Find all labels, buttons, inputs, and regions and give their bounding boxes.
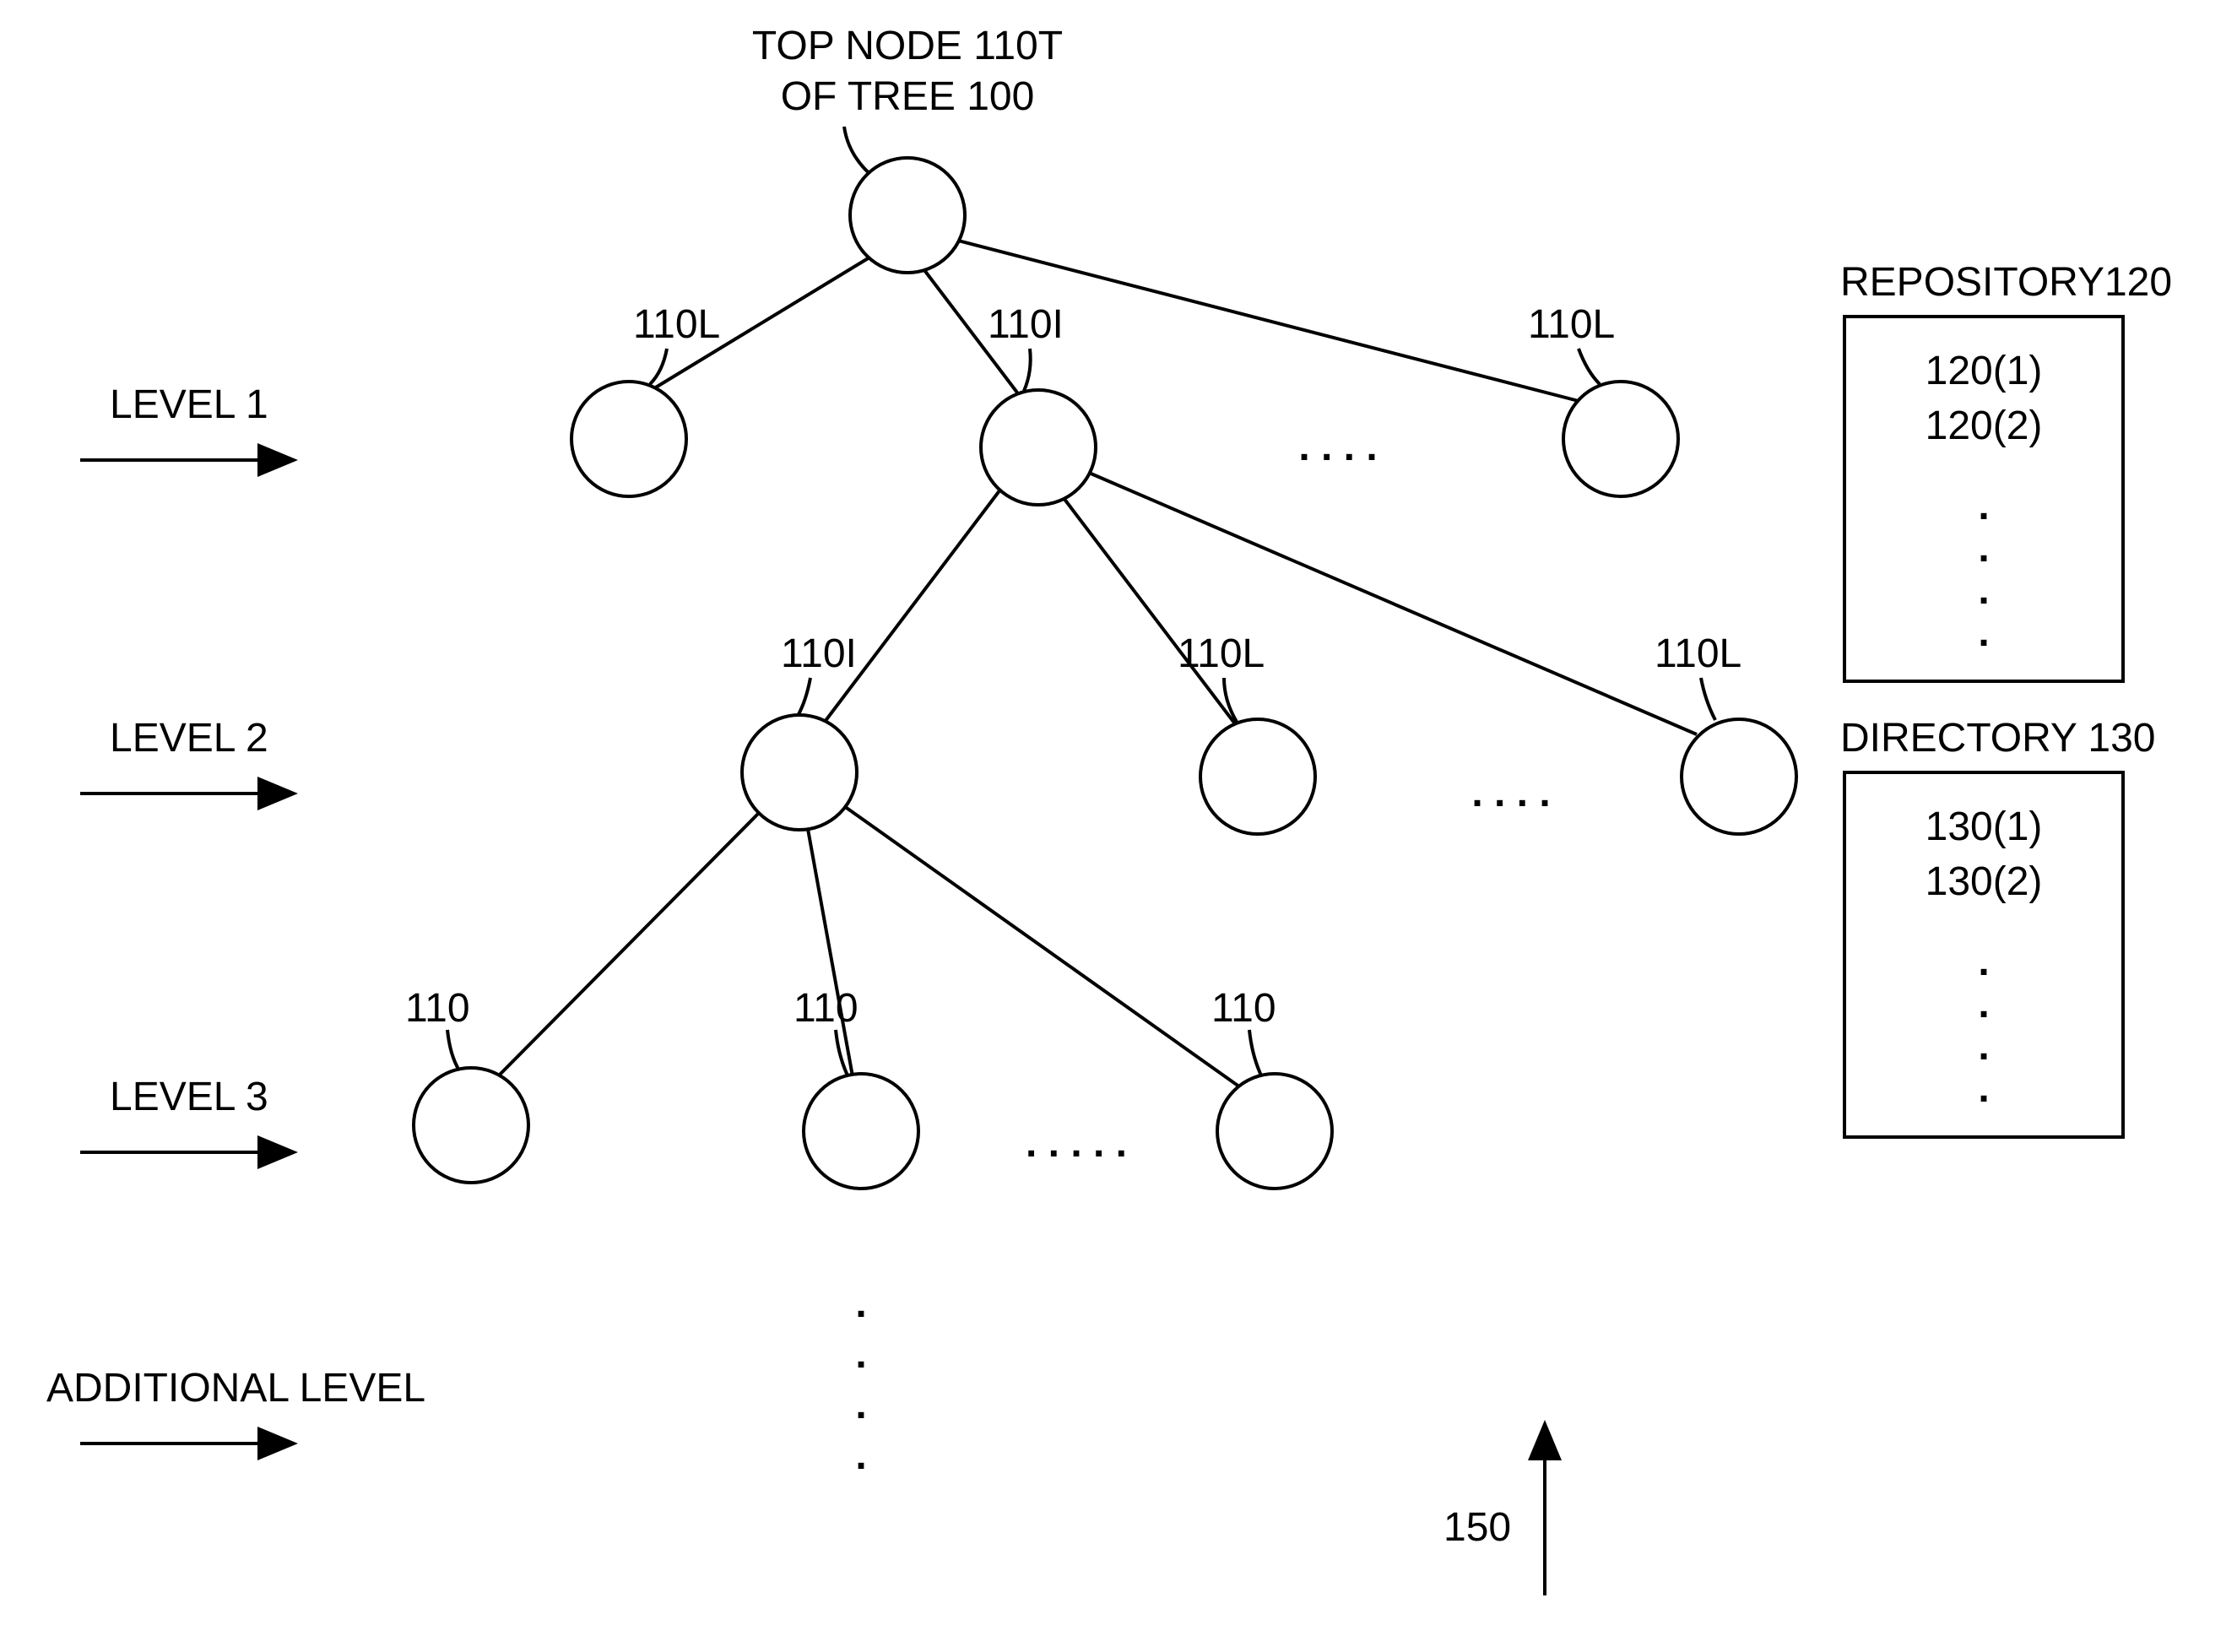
directory-item1: 130(1) [1926,804,2043,849]
node-l3-c [1217,1074,1332,1189]
node-l3-a [414,1068,528,1183]
label-l1b: 110I [988,302,1064,347]
node-l2-b [1200,719,1315,834]
edge-l1b-to-l2a [825,490,1000,722]
label-l3c: 110 [1211,986,1276,1031]
edge-l2a-to-l3c [844,806,1243,1089]
node-l2-c [1682,719,1796,834]
vdots-2: . [855,1332,866,1377]
repository-item1: 120(1) [1926,349,2043,393]
node-l3-b [804,1074,918,1189]
diagram-canvas: TOP NODE 110T OF TREE 100 110L 110I 110L… [0,0,2237,1652]
leader-l3c [1249,1030,1261,1075]
ellipsis-l2: . . . . [1471,771,1550,815]
edge-l1b-to-l2c [1089,473,1697,734]
title-leader [844,127,874,177]
level3-label: LEVEL 3 [110,1075,268,1119]
repository-title: REPOSITORY120 [1840,260,2172,305]
label-l3a: 110 [405,986,470,1031]
repo-dot2: . [1978,526,1989,571]
directory-title: DIRECTORY 130 [1840,716,2156,761]
leader-l1c [1579,349,1600,384]
label-l1a: 110L [633,302,720,347]
leader-l1b [1024,349,1031,391]
dir-dot4: . [1978,1066,1989,1111]
repo-dot4: . [1978,610,1989,655]
ellipsis-l3: . . . . . [1026,1121,1127,1166]
edge-l1b-to-l2b [1064,498,1237,726]
title-line2: OF TREE 100 [781,74,1035,119]
additional-level-label: ADDITIONAL LEVEL [46,1366,425,1411]
ellipsis-l1: . . . . [1298,425,1377,469]
label-l2b: 110L [1178,631,1265,676]
level2-label: LEVEL 2 [110,716,268,761]
label-l2c: 110L [1655,631,1741,676]
label-l1c: 110L [1528,302,1615,347]
dir-dot3: . [1978,1024,1989,1069]
vdots-3: . [855,1383,866,1427]
node-top [850,158,965,273]
dir-dot2: . [1978,982,1989,1026]
leader-l3a [447,1030,459,1070]
repository-item2: 120(2) [1926,404,2043,448]
title-line1: TOP NODE 110T [752,24,1063,68]
repo-dot1: . [1978,484,1989,528]
leader-l2c [1701,678,1715,720]
vdots-4: . [855,1433,866,1478]
dir-dot1: . [1978,940,1989,984]
label-l2a: 110I [781,631,857,676]
node-l1-c [1563,382,1678,496]
label-l3b: 110 [794,986,859,1031]
arrow-150-label: 150 [1443,1505,1511,1550]
edge-l2a-to-l3a [498,812,760,1076]
leader-l1a [650,349,667,384]
node-l1-a [571,382,686,496]
repo-dot3: . [1978,568,1989,613]
directory-item2: 130(2) [1926,859,2043,904]
vdots-1: . [855,1281,866,1326]
leader-l2a [798,678,810,716]
node-l1-b [981,390,1096,505]
edge-l2a-to-l3b [808,829,853,1076]
level1-label: LEVEL 1 [110,382,268,427]
